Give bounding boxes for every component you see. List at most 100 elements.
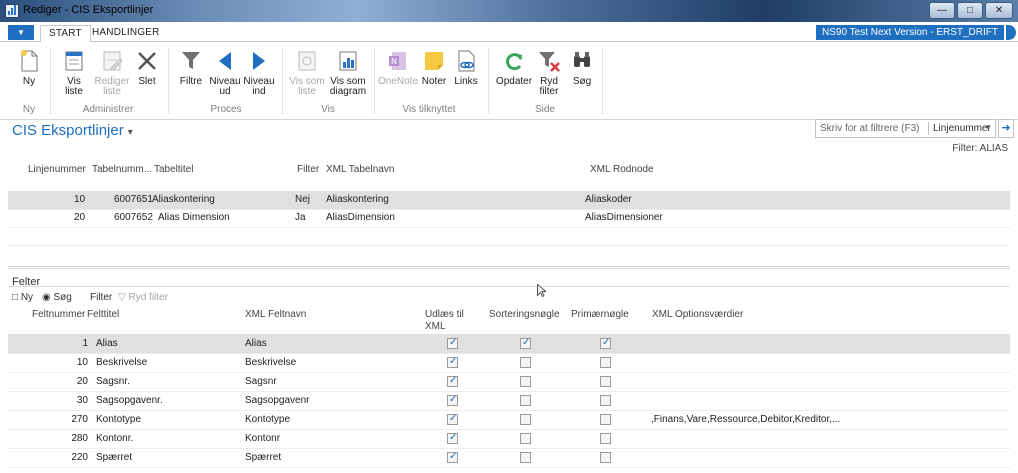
close-icon[interactable]: ✕ xyxy=(985,2,1013,19)
level-out-button[interactable]: Niveau ud xyxy=(208,48,242,97)
view-list-button[interactable]: Vis liste xyxy=(56,48,92,97)
group-side: Side xyxy=(534,104,555,115)
checkbox-primaer[interactable] xyxy=(600,433,611,444)
table-row[interactable]: 10 6007651 Aliaskontering Nej Aliaskonte… xyxy=(8,191,1010,209)
checkbox-primaer[interactable] xyxy=(600,337,611,349)
filters-button[interactable]: Filtre xyxy=(176,48,206,87)
binoculars-icon: ◉ xyxy=(42,292,51,303)
refresh-button[interactable]: Opdater xyxy=(494,48,534,87)
clear-filter-icon xyxy=(536,48,562,74)
checkbox-udlaes[interactable] xyxy=(447,432,458,444)
group-divider xyxy=(168,48,169,114)
checkbox-primaer[interactable] xyxy=(600,395,611,406)
cell-felttitel: Sagsopgavenr. xyxy=(96,395,163,406)
sub-clear-filter-label: Ryd filter xyxy=(128,292,168,303)
checkbox-primaer[interactable] xyxy=(600,376,611,387)
checkbox-sortering[interactable] xyxy=(520,452,531,463)
checkbox-sortering[interactable] xyxy=(520,395,531,406)
delete-button[interactable]: Slet xyxy=(134,48,160,87)
table-row[interactable]: 20 Sagsnr. Sagsnr xyxy=(8,372,1010,391)
col-header-feltnummer[interactable]: Feltnummer xyxy=(32,309,85,321)
sub-clear-filter-button[interactable]: ▽ Ryd filter xyxy=(118,292,168,303)
app-menu-button[interactable]: ▼ xyxy=(8,25,34,40)
sub-new-button[interactable]: □ Ny xyxy=(12,292,33,303)
minimize-icon[interactable]: — xyxy=(929,2,955,19)
cell-xml-feltnavn: Sagsnr xyxy=(245,376,277,387)
level-out-label-2: ud xyxy=(219,86,231,97)
tab-start[interactable]: START xyxy=(40,25,91,43)
notes-button[interactable]: Noter xyxy=(420,48,448,87)
col-header-xml-feltnavn[interactable]: XML Feltnavn xyxy=(245,309,306,321)
col-header-xml-tabelnavn[interactable]: XML Tabelnavn xyxy=(326,164,394,175)
col-header-felttitel[interactable]: Felttitel xyxy=(87,309,119,321)
checkbox-sortering[interactable] xyxy=(520,414,531,425)
group-divider xyxy=(488,48,489,114)
col-header-primaernoegle[interactable]: Primærnøgle xyxy=(571,309,629,321)
col-header-filter[interactable]: Filter xyxy=(297,164,319,175)
table-row[interactable]: 20 6007652 Alias Dimension Ja AliasDimen… xyxy=(8,209,1010,227)
col-header-linjenummer[interactable]: Linjenummer xyxy=(28,164,86,175)
group-divider xyxy=(50,48,51,114)
maximize-icon[interactable]: □ xyxy=(957,2,983,19)
onenote-button[interactable]: N OneNote xyxy=(378,48,418,87)
arrow-right-icon[interactable]: ➜ xyxy=(998,119,1014,138)
checkbox-primaer[interactable] xyxy=(600,357,611,368)
checkbox-sortering[interactable] xyxy=(520,376,531,387)
new-button[interactable]: Ny xyxy=(14,48,44,87)
window-title: Rediger - CIS Eksportlinjer xyxy=(23,4,154,16)
chevron-down-icon[interactable]: ▾ xyxy=(986,122,991,133)
table-row[interactable]: 220 Spærret Spærret xyxy=(8,448,1010,467)
show-as-chart-button[interactable]: Vis som diagram xyxy=(328,48,368,97)
checkbox-primaer[interactable] xyxy=(600,452,611,463)
table-row[interactable]: 1 Alias Alias xyxy=(8,334,1010,353)
pane-splitter[interactable] xyxy=(8,266,1010,269)
group-divider xyxy=(602,48,603,114)
level-in-button[interactable]: Niveau ind xyxy=(242,48,276,97)
checkbox-udlaes[interactable] xyxy=(447,337,458,349)
col-header-udlaes-line2: XML xyxy=(425,321,446,332)
table-row[interactable]: 10 Beskrivelse Beskrivelse xyxy=(8,353,1010,372)
show-as-list-icon xyxy=(294,48,320,74)
filter-search-box[interactable]: Skriv for at filtrere (F3) Linjenummer ▾ xyxy=(815,119,996,138)
filter-field-select[interactable]: Linjenummer xyxy=(933,123,991,134)
checkbox-udlaes[interactable] xyxy=(447,375,458,387)
table-row[interactable]: 30 Sagsopgavenr. Sagsopgavenr xyxy=(8,391,1010,410)
checkbox-primaer[interactable] xyxy=(600,414,611,425)
subpage-divider xyxy=(8,286,1010,287)
links-button[interactable]: Links xyxy=(452,48,480,87)
ribbon-tab-row: ▼ START HANDLINGER NS90 Test Next Versio… xyxy=(0,22,1018,43)
checkbox-udlaes[interactable] xyxy=(447,394,458,406)
sub-filter-label: Filter xyxy=(90,292,113,303)
edit-list-button[interactable]: Rediger liste xyxy=(92,48,132,97)
ribbon: Ny Ny Vis liste Rediger liste Slet Admin… xyxy=(0,42,1018,120)
edit-list-label-2: liste xyxy=(103,86,121,97)
col-header-tabeltitel[interactable]: Tabeltitel xyxy=(154,164,193,175)
show-as-list-button[interactable]: Vis som liste xyxy=(288,48,326,97)
page-title[interactable]: CIS Eksportlinjer ▾ xyxy=(12,122,133,139)
checkbox-sortering[interactable] xyxy=(520,433,531,444)
cell-filter: Ja xyxy=(295,212,306,223)
environment-badge-edge xyxy=(1006,25,1016,40)
sub-search-button[interactable]: ◉ Søg xyxy=(42,292,72,303)
svg-text:N: N xyxy=(391,57,397,66)
sub-filter-button[interactable]: Filter xyxy=(90,292,112,303)
checkbox-sortering[interactable] xyxy=(520,337,531,349)
cell-tabelnummer: 6007651 xyxy=(114,194,153,205)
arrow-left-icon xyxy=(212,48,238,74)
col-header-udlaes-til-xml[interactable]: Udlæs til XML xyxy=(425,309,464,333)
onenote-label: OneNote xyxy=(378,76,419,87)
clear-filter-button[interactable]: Ryd filter xyxy=(534,48,564,97)
checkbox-sortering[interactable] xyxy=(520,357,531,368)
table-row[interactable]: 280 Kontonr. Kontonr xyxy=(8,429,1010,448)
checkbox-udlaes[interactable] xyxy=(447,413,458,425)
tab-handlinger[interactable]: HANDLINGER xyxy=(92,27,160,38)
cell-xml-tabelnavn: AliasDimension xyxy=(326,212,395,223)
checkbox-udlaes[interactable] xyxy=(447,356,458,368)
col-header-tabelnummer[interactable]: Tabelnumm... xyxy=(92,164,152,175)
checkbox-udlaes[interactable] xyxy=(447,451,458,463)
table-row[interactable]: 270 Kontotype Kontotype ,Finans,Vare,Ressou… xyxy=(8,410,1010,429)
col-header-xml-rodnode[interactable]: XML Rodnode xyxy=(590,164,654,175)
search-button[interactable]: Søg xyxy=(568,48,596,87)
col-header-xml-optionsvaerdier[interactable]: XML Optionsværdier xyxy=(652,309,743,321)
col-header-sorteringsnoegle[interactable]: Sorteringsnøgle xyxy=(489,309,560,321)
